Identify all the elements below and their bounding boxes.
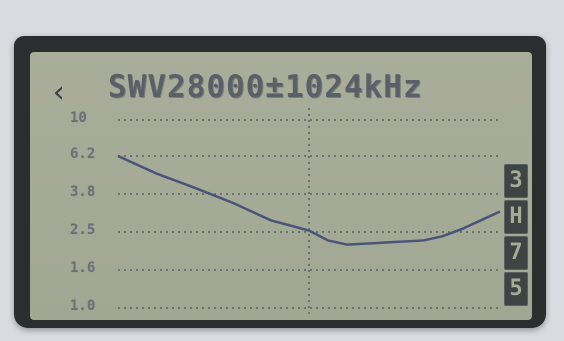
band-button-3[interactable]: 7 [504,236,528,270]
band-button-4[interactable]: 5 [504,272,528,306]
chevron-left-icon[interactable]: ‹ [50,78,68,108]
y-tick-label: 3.8 [70,184,96,200]
y-tick-label: 10 [70,110,87,126]
chart-title: SWV28000±1024kHz [108,69,423,105]
y-tick-label: 1.0 [70,298,96,314]
y-tick-label: 1.6 [70,260,96,276]
y-tick-label: 2.5 [70,222,96,238]
y-tick-label: 6.2 [70,146,96,162]
band-button-2[interactable]: H [504,200,528,234]
band-button-1[interactable]: 3 [504,164,528,198]
band-selector[interactable]: 3 H 7 5 [504,164,528,306]
lcd-screen: ‹ SWV28000±1024kHz 10 6.2 3.8 2.5 1.6 1.0 3 H… [30,52,532,320]
